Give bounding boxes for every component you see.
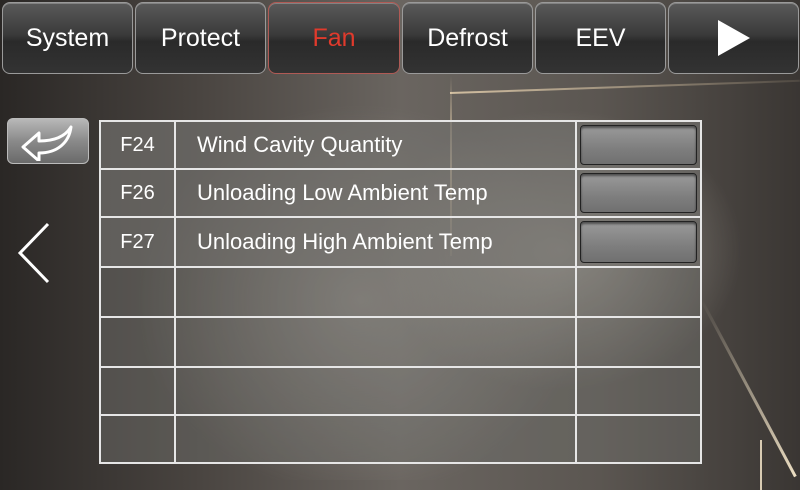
table-row [101, 416, 700, 462]
param-code [101, 318, 176, 368]
table-row: F27 Unloading High Ambient Temp [101, 218, 700, 268]
param-value-field[interactable] [580, 125, 697, 165]
param-value-field[interactable] [580, 173, 697, 213]
param-code [101, 416, 176, 462]
back-button[interactable] [7, 118, 89, 164]
table-row [101, 368, 700, 416]
param-code: F27 [101, 218, 176, 268]
tab-system[interactable]: System [2, 2, 133, 74]
chevron-left-icon [17, 222, 50, 284]
param-value-cell [577, 416, 700, 462]
param-value-cell [577, 218, 700, 268]
param-name [176, 268, 577, 318]
table-row [101, 318, 700, 368]
previous-page-button[interactable] [14, 218, 58, 288]
param-value-cell [577, 122, 700, 170]
param-value-field[interactable] [580, 221, 697, 263]
table-row [101, 268, 700, 318]
param-code: F26 [101, 170, 176, 218]
background-light [760, 440, 762, 490]
param-code [101, 368, 176, 416]
param-value-cell [577, 318, 700, 368]
param-name [176, 368, 577, 416]
param-value-cell [577, 170, 700, 218]
tab-defrost[interactable]: Defrost [402, 2, 533, 74]
param-code [101, 268, 176, 318]
param-name: Wind Cavity Quantity [176, 122, 577, 170]
background-light [700, 299, 797, 478]
table-row: F24 Wind Cavity Quantity [101, 122, 700, 170]
undo-arrow-icon [21, 125, 73, 161]
tab-eev[interactable]: EEV [535, 2, 666, 74]
param-name [176, 416, 577, 462]
tab-fan[interactable]: Fan [268, 2, 400, 74]
param-name [176, 318, 577, 368]
param-value-cell [577, 368, 700, 416]
param-code: F24 [101, 122, 176, 170]
table-row: F26 Unloading Low Ambient Temp [101, 170, 700, 218]
tab-protect[interactable]: Protect [135, 2, 266, 74]
parameter-table: F24 Wind Cavity Quantity F26 Unloading L… [99, 120, 702, 464]
param-value-cell [577, 268, 700, 318]
param-name: Unloading High Ambient Temp [176, 218, 577, 268]
play-arrow-icon [717, 20, 750, 56]
next-tabs-button[interactable] [668, 2, 799, 74]
background-light [449, 79, 800, 94]
tab-bar: System Protect Fan Defrost EEV [0, 0, 800, 76]
param-name: Unloading Low Ambient Temp [176, 170, 577, 218]
